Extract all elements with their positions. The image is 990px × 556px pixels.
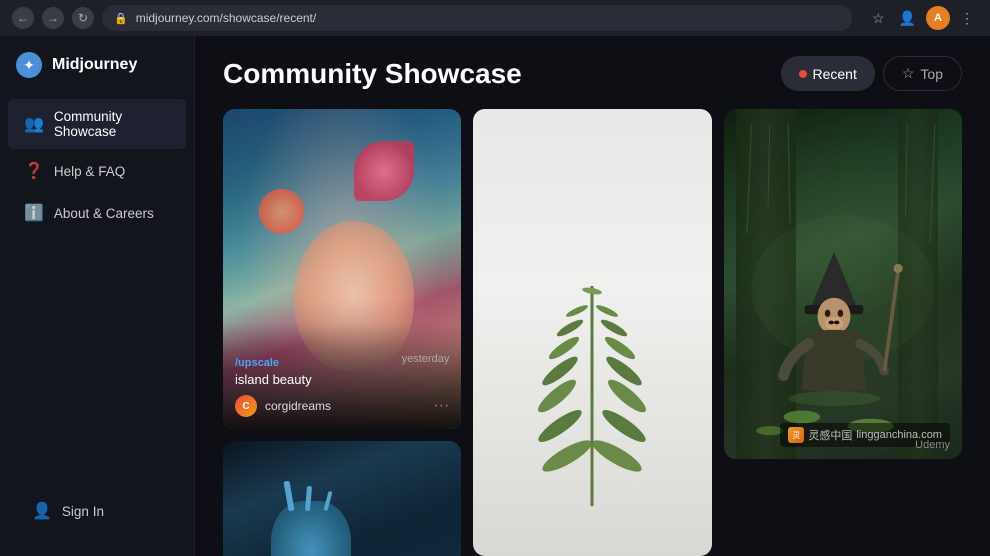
lock-icon: 🔒 xyxy=(114,12,128,25)
card-image-fern xyxy=(473,109,711,556)
address-bar[interactable]: 🔒 midjourney.com/showcase/recent/ xyxy=(102,5,852,31)
url-text: midjourney.com/showcase/recent/ xyxy=(136,11,317,25)
browser-actions: ☆ 👤 A ⋮ xyxy=(868,6,978,30)
refresh-button[interactable]: ↻ xyxy=(72,7,94,29)
star-icon: ☆ xyxy=(902,65,915,82)
about-icon: ℹ️ xyxy=(24,203,44,223)
browser-chrome: ← → ↻ 🔒 midjourney.com/showcase/recent/ … xyxy=(0,0,990,36)
gallery-card-fern[interactable] xyxy=(473,109,711,556)
sign-in-icon: 👤 xyxy=(32,501,52,521)
gallery-card-creature[interactable] xyxy=(223,441,461,556)
top-filter-button[interactable]: ☆ Top xyxy=(883,56,962,91)
bookmark-button[interactable]: ☆ xyxy=(868,6,889,30)
gallery-col-2 xyxy=(473,109,711,556)
sidebar-item-label: About & Careers xyxy=(54,206,154,221)
menu-button[interactable]: ⋮ xyxy=(956,6,978,30)
filter-buttons: Recent ☆ Top xyxy=(781,56,963,91)
sidebar-item-sign-in[interactable]: 👤 Sign In xyxy=(16,491,178,531)
back-button[interactable]: ← xyxy=(12,7,34,29)
app-body: ✦ Midjourney 👥 Community Showcase ❓ Help… xyxy=(0,36,990,556)
recent-label: Recent xyxy=(813,66,857,82)
gallery-card-wizard[interactable]: 灵 灵感中国 lingganchina.com Udemy xyxy=(724,109,962,459)
community-showcase-icon: 👥 xyxy=(24,114,44,134)
forward-button[interactable]: → xyxy=(42,7,64,29)
watermark-logo: 灵 xyxy=(788,427,804,443)
card-command: /upscale xyxy=(235,357,279,369)
udemy-badge: Udemy xyxy=(915,439,950,451)
card-user: C corgidreams ··· xyxy=(235,395,449,417)
main-content: Community Showcase Recent ☆ Top xyxy=(195,36,990,556)
fire-icon xyxy=(799,70,807,78)
sidebar-item-community-showcase[interactable]: 👥 Community Showcase xyxy=(8,99,186,149)
profile-area[interactable]: 👤 xyxy=(895,6,920,30)
top-label: Top xyxy=(920,66,943,82)
card-timestamp: yesterday xyxy=(402,353,450,365)
gallery-card-underwater[interactable]: /upscale yesterday island beauty C corgi… xyxy=(223,109,461,429)
watermark-site: 灵感中国 xyxy=(808,427,852,443)
sidebar: ✦ Midjourney 👥 Community Showcase ❓ Help… xyxy=(0,36,195,556)
gallery-col-1: /upscale yesterday island beauty C corgi… xyxy=(223,109,461,556)
logo-icon: ✦ xyxy=(16,52,42,78)
sidebar-item-about-careers[interactable]: ℹ️ About & Careers xyxy=(8,193,186,233)
card-image-wizard xyxy=(724,109,962,459)
gallery-col-3: 灵 灵感中国 lingganchina.com Udemy xyxy=(724,109,962,556)
card-title: island beauty xyxy=(235,372,449,387)
main-header: Community Showcase Recent ☆ Top xyxy=(195,36,990,109)
help-icon: ❓ xyxy=(24,161,44,181)
more-options-icon[interactable]: ··· xyxy=(433,397,449,415)
logo-text: Midjourney xyxy=(52,56,137,74)
user-profile-button[interactable]: A xyxy=(926,6,950,30)
logo-area: ✦ Midjourney xyxy=(0,52,194,98)
gallery-grid: /upscale yesterday island beauty C corgi… xyxy=(223,109,962,556)
page-title: Community Showcase xyxy=(223,58,522,90)
sidebar-item-label: Help & FAQ xyxy=(54,164,125,179)
username: corgidreams xyxy=(265,399,331,413)
sidebar-bottom: 👤 Sign In xyxy=(0,490,194,540)
card-image-creature xyxy=(223,441,461,556)
card-overlay: /upscale yesterday island beauty C corgi… xyxy=(223,323,461,429)
sidebar-item-help-faq[interactable]: ❓ Help & FAQ xyxy=(8,151,186,191)
recent-filter-button[interactable]: Recent xyxy=(781,56,875,91)
sign-in-label: Sign In xyxy=(62,504,104,519)
card-header-row: /upscale yesterday xyxy=(235,353,449,372)
sidebar-item-label: Community Showcase xyxy=(54,109,170,139)
avatar: C xyxy=(235,395,257,417)
gallery-container: /upscale yesterday island beauty C corgi… xyxy=(195,109,990,556)
